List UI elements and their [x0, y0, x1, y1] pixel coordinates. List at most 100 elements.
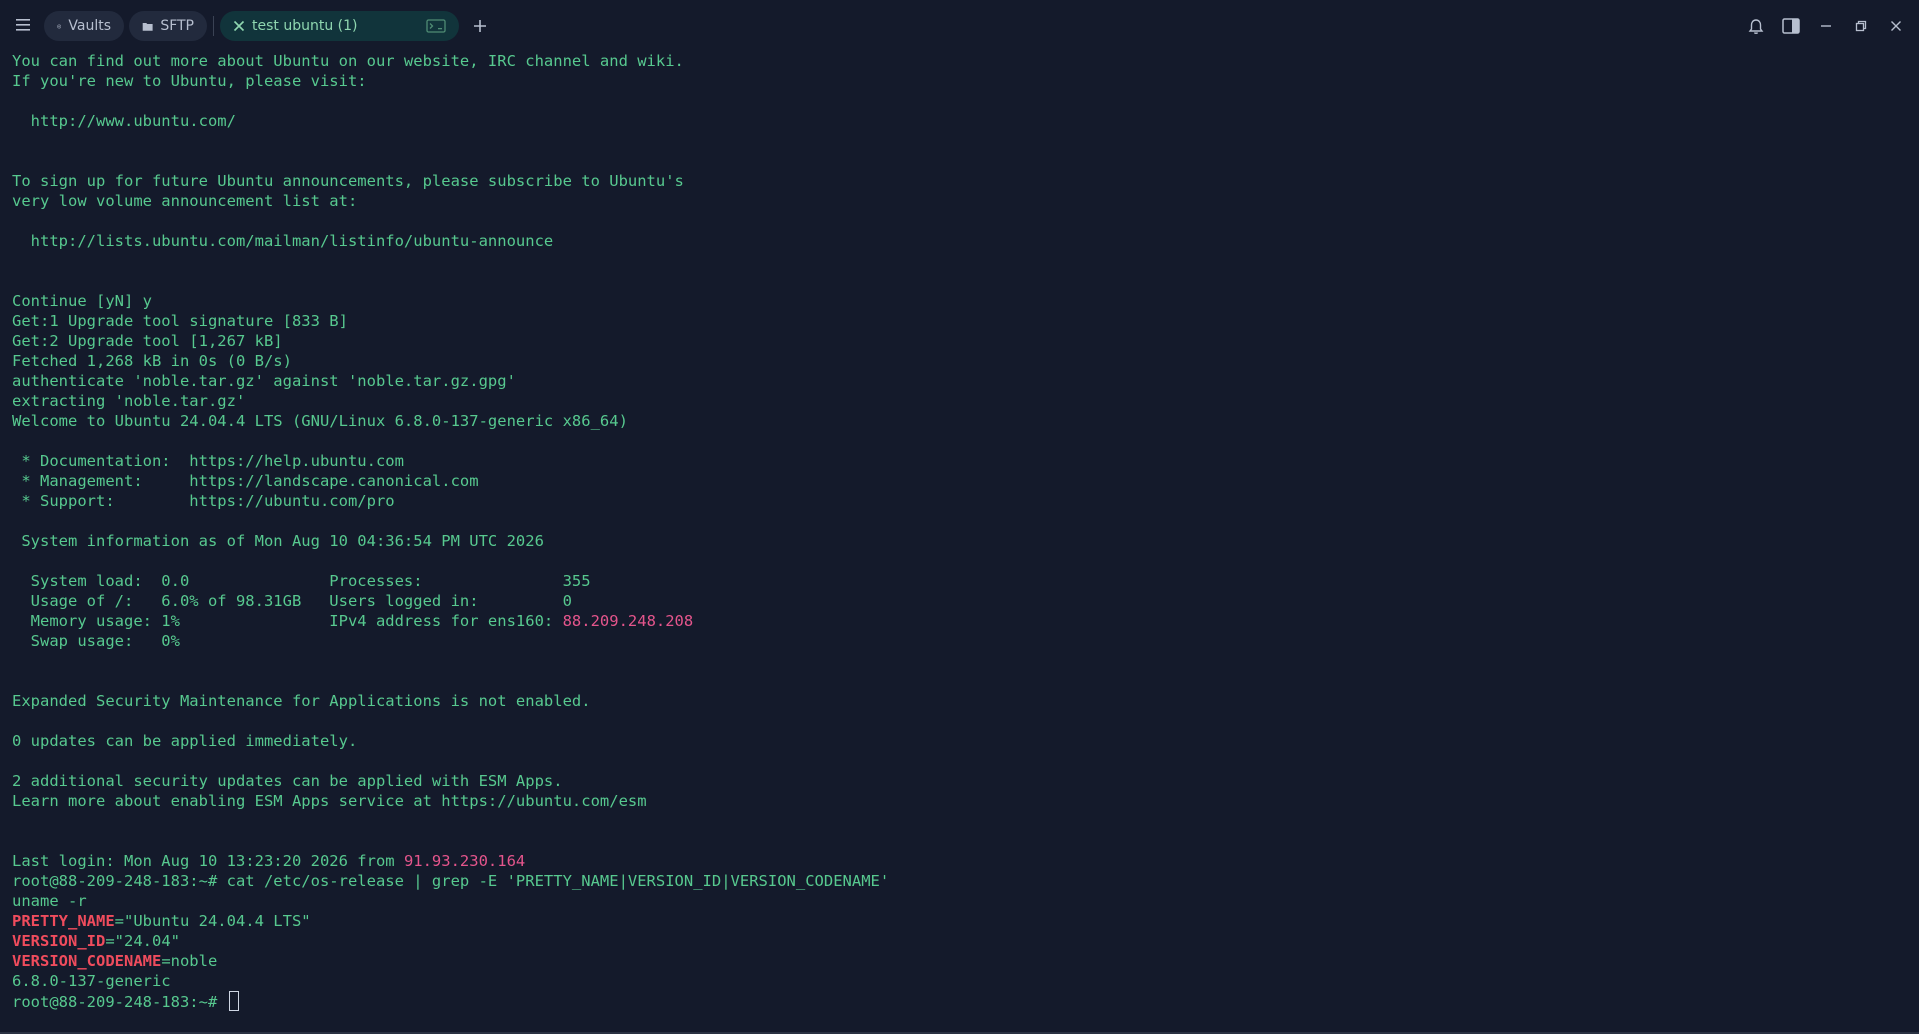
terminal-text: To sign up for future Ubuntu announcemen… — [12, 172, 684, 190]
folder-icon — [142, 22, 153, 31]
terminal-text-highlight: VERSION_ID — [12, 932, 106, 950]
terminal-line: Fetched 1,268 kB in 0s (0 B/s) — [12, 351, 1907, 371]
terminal-text-highlight: PRETTY_NAME — [12, 912, 115, 930]
terminal-text: 6.8.0-137-generic — [12, 972, 171, 990]
terminal-line: extracting 'noble.tar.gz' — [12, 391, 1907, 411]
terminal-text: * Support: https://ubuntu.com/pro — [12, 492, 395, 510]
terminal-text: authenticate 'noble.tar.gz' against 'nob… — [12, 372, 516, 390]
tab-vaults[interactable]: Vaults — [44, 11, 124, 41]
terminal-cursor[interactable] — [228, 991, 239, 1011]
terminal-text: Fetched 1,268 kB in 0s (0 B/s) — [12, 352, 292, 370]
terminal-line: root@88-209-248-183:~# cat /etc/os-relea… — [12, 871, 1907, 891]
terminal-line: Welcome to Ubuntu 24.04.4 LTS (GNU/Linux… — [12, 411, 1907, 431]
terminal-line: VERSION_CODENAME=noble — [12, 951, 1907, 971]
terminal-line: very low volume announcement list at: — [12, 191, 1907, 211]
terminal-line: uname -r — [12, 891, 1907, 911]
terminal-text: Welcome to Ubuntu 24.04.4 LTS (GNU/Linux… — [12, 412, 628, 430]
terminal-text: 0 updates can be applied immediately. — [12, 732, 358, 750]
terminal-screen-icon — [426, 19, 446, 33]
sidebar-toggle-button[interactable] — [1779, 14, 1803, 38]
terminal-line: PRETTY_NAME="Ubuntu 24.04.4 LTS" — [12, 911, 1907, 931]
minimize-icon — [1821, 25, 1831, 27]
terminal-text: very low volume announcement list at: — [12, 192, 358, 210]
terminal-line: To sign up for future Ubuntu announcemen… — [12, 171, 1907, 191]
notifications-button[interactable] — [1744, 14, 1768, 38]
terminal-text-highlight: 91.93.230.164 — [403, 852, 526, 870]
terminal-text: root@88-209-248-183:~# cat /etc/os-relea… — [12, 872, 890, 890]
terminal-line: * Documentation: https://help.ubuntu.com — [12, 451, 1907, 471]
terminal-text: http://lists.ubuntu.com/mailman/listinfo… — [12, 232, 554, 250]
terminal-text: * Documentation: https://help.ubuntu.com — [12, 452, 404, 470]
terminal-text-highlight: VERSION_CODENAME — [12, 952, 162, 970]
vault-icon — [57, 24, 62, 28]
terminal-line: VERSION_ID="24.04" — [12, 931, 1907, 951]
terminal-text-highlight: 88.209.248.208 — [562, 612, 694, 630]
terminal-text: Continue [yN] y — [12, 292, 152, 310]
sidebar-toggle-icon — [1782, 18, 1800, 34]
terminal-line: Get:2 Upgrade tool [1,267 kB] — [12, 331, 1907, 351]
new-tab-icon — [474, 20, 486, 32]
terminal-text: Learn more about enabling ESM Apps servi… — [12, 792, 647, 810]
title-bar: Vaults SFTP test ubuntu (1) — [0, 0, 1919, 50]
new-tab-button[interactable] — [468, 14, 492, 38]
terminal-output[interactable]: You can find out more about Ubuntu on ou… — [12, 51, 1907, 1026]
terminal-line: Get:1 Upgrade tool signature [833 B] — [12, 311, 1907, 331]
terminal-line: Usage of /: 6.0% of 98.31GB Users logged… — [12, 591, 1907, 611]
terminal-line: * Management: https://landscape.canonica… — [12, 471, 1907, 491]
close-window-icon — [1891, 21, 1901, 31]
tab-sftp[interactable]: SFTP — [129, 11, 207, 41]
terminal-line: Swap usage: 0% — [12, 631, 1907, 651]
terminal-text: System load: 0.0 Processes: 355 — [12, 572, 591, 590]
terminal-text: uname -r — [12, 892, 87, 910]
terminal-text: http://www.ubuntu.com/ — [12, 112, 236, 130]
bell-icon — [1748, 18, 1764, 34]
restore-button[interactable] — [1849, 14, 1873, 38]
minimize-button[interactable] — [1814, 14, 1838, 38]
terminal-text: Expanded Security Maintenance for Applic… — [12, 692, 591, 710]
terminal-line: If you're new to Ubuntu, please visit: — [12, 71, 1907, 91]
terminal-line: You can find out more about Ubuntu on ou… — [12, 51, 1907, 71]
tab-test-ubuntu[interactable]: test ubuntu (1) — [220, 11, 459, 41]
terminal-line: 0 updates can be applied immediately. — [12, 731, 1907, 751]
menu-button[interactable] — [11, 13, 35, 37]
terminal-text: =noble — [161, 952, 218, 970]
terminal-line: root@88-209-248-183:~# — [12, 991, 1907, 1011]
close-icon[interactable] — [233, 20, 245, 32]
terminal-text: Last login: Mon Aug 10 13:23:20 2026 fro… — [12, 852, 404, 870]
restore-icon — [1855, 20, 1867, 32]
terminal-text: System information as of Mon Aug 10 04:3… — [12, 532, 544, 550]
terminal-text: extracting 'noble.tar.gz' — [12, 392, 246, 410]
terminal-text: You can find out more about Ubuntu on ou… — [12, 52, 684, 70]
terminal-text: Get:2 Upgrade tool [1,267 kB] — [12, 332, 283, 350]
terminal-line: System load: 0.0 Processes: 355 — [12, 571, 1907, 591]
terminal-line: http://lists.ubuntu.com/mailman/listinfo… — [12, 231, 1907, 251]
terminal-text: 2 additional security updates can be app… — [12, 772, 563, 790]
terminal-text: Memory usage: 1% IPv4 address for ens160… — [12, 612, 563, 630]
terminal-line: * Support: https://ubuntu.com/pro — [12, 491, 1907, 511]
close-window-button[interactable] — [1884, 14, 1908, 38]
terminal-line: authenticate 'noble.tar.gz' against 'nob… — [12, 371, 1907, 391]
terminal-line: http://www.ubuntu.com/ — [12, 111, 1907, 131]
terminal-text: Usage of /: 6.0% of 98.31GB Users logged… — [12, 592, 572, 610]
tab-vaults-label: Vaults — [68, 18, 111, 34]
terminal-line: 6.8.0-137-generic — [12, 971, 1907, 991]
terminal-line: Learn more about enabling ESM Apps servi… — [12, 791, 1907, 811]
terminal-text: ="Ubuntu 24.04.4 LTS" — [114, 912, 311, 930]
terminal-line: System information as of Mon Aug 10 04:3… — [12, 531, 1907, 551]
terminal-text: root@88-209-248-183:~# — [12, 993, 227, 1011]
terminal-line: Memory usage: 1% IPv4 address for ens160… — [12, 611, 1907, 631]
tab-sftp-label: SFTP — [160, 18, 194, 34]
terminal-line: 2 additional security updates can be app… — [12, 771, 1907, 791]
